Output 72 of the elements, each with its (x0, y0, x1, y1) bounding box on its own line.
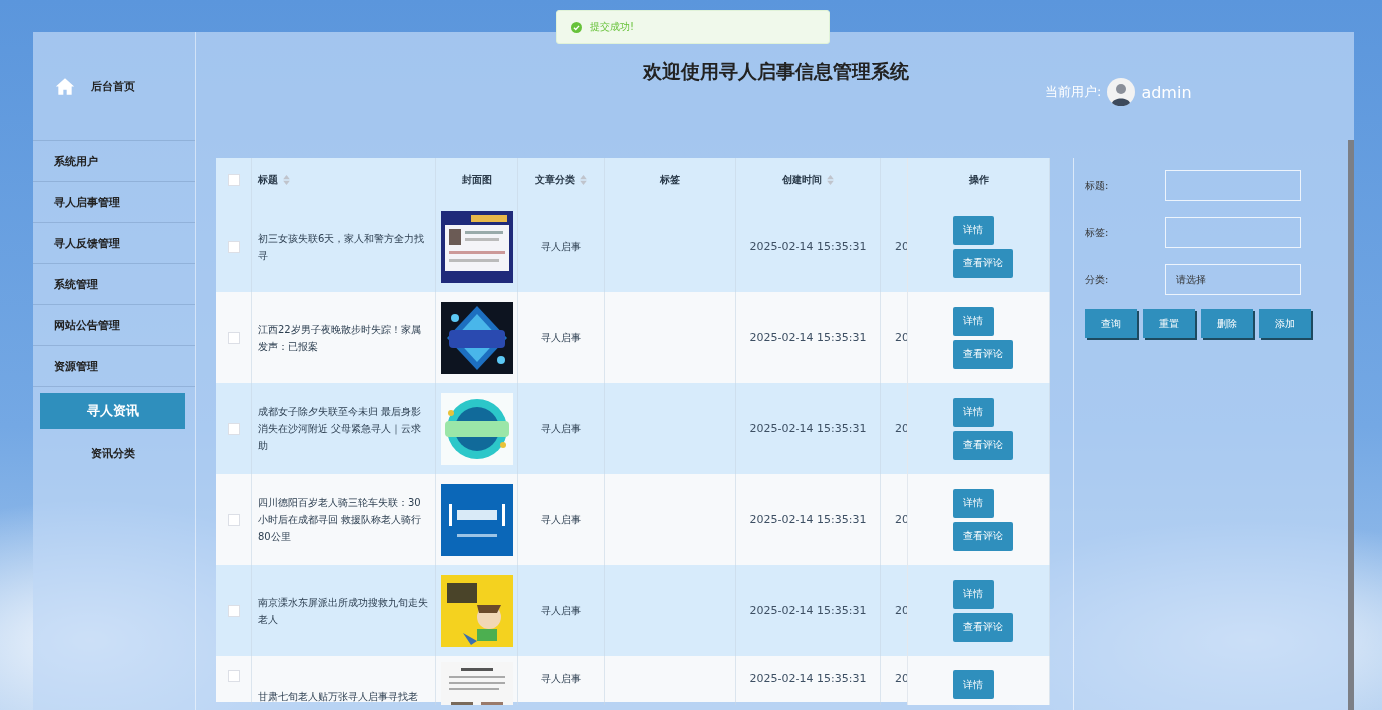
created-time: 2025-02-14 15:35:31 (749, 512, 867, 528)
category-select[interactable]: 请选择 (1165, 264, 1301, 295)
row-checkbox[interactable] (227, 331, 240, 344)
created-time: 2025-02-14 15:35:31 (749, 421, 867, 437)
action-button[interactable]: 重置 (1143, 309, 1195, 338)
article-title: 初三女孩失联6天，家人和警方全力找寻 (258, 231, 426, 263)
home-icon[interactable] (55, 76, 75, 96)
field-label: 标签: (1085, 225, 1110, 240)
action-button[interactable]: 删除 (1201, 309, 1253, 338)
article-title: 成都女子除夕失联至今未归 最后身影消失在沙河附近 父母紧急寻人｜云求助 (258, 405, 423, 453)
action-button[interactable]: 查询 (1085, 309, 1137, 338)
toast-text: 提交成功! (590, 20, 634, 34)
created-time: 2025-02-14 15:35:31 (749, 603, 867, 619)
comments-button[interactable]: 查看评论 (952, 612, 1013, 642)
category-cell-text: 寻人启事 (541, 240, 581, 254)
article-title: 四川德阳百岁老人骑三轮车失联：30小时后在成都寻回 救援队称老人骑行80公里 (258, 496, 423, 544)
created-time: 2025-02-14 15:35:31 (749, 330, 867, 346)
category-cell-text: 寻人启事 (541, 331, 581, 345)
comments-button[interactable]: 查看评论 (952, 248, 1013, 278)
scrollbar[interactable] (1348, 140, 1354, 710)
field-label: 标题: (1085, 178, 1110, 193)
nav-item[interactable]: 系统管理 (33, 264, 195, 305)
nav-subitem[interactable]: 寻人资讯 (40, 393, 185, 429)
details-button[interactable]: 详情 (952, 488, 994, 518)
column-header: 封面图 (461, 172, 492, 187)
comments-button[interactable]: 查看评论 (952, 521, 1013, 551)
nav-subitem[interactable]: 资讯分类 (40, 435, 185, 471)
row-checkbox[interactable] (227, 604, 240, 617)
text-field[interactable] (1165, 217, 1301, 248)
nav-item[interactable]: 寻人启事管理 (33, 182, 195, 223)
row-checkbox[interactable] (227, 670, 240, 682)
sort-icon[interactable] (580, 174, 587, 185)
comments-button[interactable]: 查看评论 (952, 430, 1013, 460)
article-title: 江西22岁男子夜晚散步时失踪！家属发声：已报案 (258, 322, 422, 354)
details-button[interactable]: 详情 (952, 579, 994, 609)
column-header[interactable]: 创建时间 (782, 172, 822, 187)
category-cell-text: 寻人启事 (541, 422, 581, 436)
nav-item[interactable]: 寻人反馈管理 (33, 223, 195, 264)
column-header: 操作 (968, 172, 989, 187)
category-cell-text: 寻人启事 (541, 672, 581, 686)
created-time: 2025-02-14 15:35:31 (749, 239, 867, 255)
home-link[interactable]: 后台首页 (91, 78, 135, 94)
sort-icon[interactable] (827, 174, 834, 185)
page-title: 欢迎使用寻人启事信息管理系统 (643, 59, 909, 84)
column-header[interactable]: 标题 (258, 172, 278, 187)
created-time: 2025-02-14 15:35:31 (749, 671, 867, 687)
category-cell-text: 寻人启事 (541, 604, 581, 618)
category-cell-text: 寻人启事 (541, 513, 581, 527)
user-label: 当前用户: (1045, 83, 1102, 101)
details-button[interactable]: 详情 (952, 397, 994, 427)
row-checkbox[interactable] (227, 422, 240, 435)
details-button[interactable]: 详情 (952, 306, 994, 336)
field-label: 分类: (1085, 272, 1110, 287)
row-checkbox[interactable] (227, 513, 240, 526)
nav-item[interactable]: 资源管理 (33, 346, 195, 387)
action-button[interactable]: 添加 (1259, 309, 1311, 338)
avatar-icon (1107, 78, 1136, 106)
username: admin (1141, 82, 1192, 102)
column-header[interactable]: 文章分类 (535, 172, 575, 187)
sort-icon[interactable] (283, 174, 290, 185)
article-title: 南京溧水东屏派出所成功搜救九旬走失老人 (258, 595, 429, 627)
select-all-checkbox[interactable] (227, 173, 240, 186)
nav-item[interactable]: 网站公告管理 (33, 305, 195, 346)
text-field[interactable] (1165, 170, 1301, 201)
column-header: 标签 (660, 172, 680, 187)
nav-item[interactable]: 系统用户 (33, 141, 195, 182)
details-button[interactable]: 详情 (952, 670, 994, 699)
comments-button[interactable]: 查看评论 (952, 339, 1013, 369)
row-checkbox[interactable] (227, 240, 240, 253)
details-button[interactable]: 详情 (952, 215, 994, 245)
success-icon (571, 21, 582, 33)
article-title: 甘肃七旬老人贴万张寻人启事寻找老 (258, 690, 418, 704)
